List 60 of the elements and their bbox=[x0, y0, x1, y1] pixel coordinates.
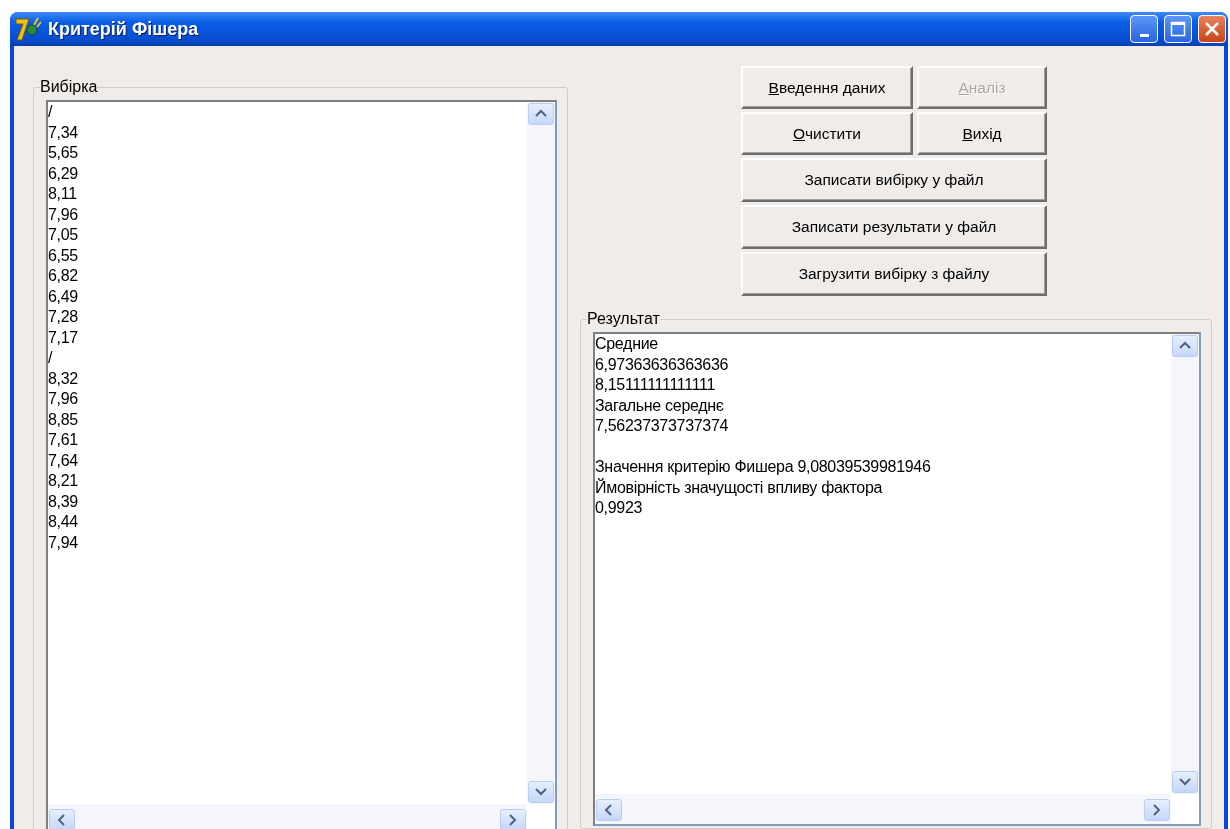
result-text-area[interactable]: Средние 6,97363636363636 8,15111111111111 Загальне середнє 7,56237373737374 Значення критерію Фишера 9,08039539981946 Ймовірність значущості впливу фактора 0,9923 bbox=[593, 332, 1201, 826]
sample-value: 8,21 bbox=[48, 471, 79, 491]
maximize-button[interactable] bbox=[1164, 15, 1192, 43]
sample-value: 7,96 bbox=[48, 204, 79, 225]
command-button[interactable]: Записати вибірку у файл bbox=[741, 158, 1047, 202]
scroll-down-button[interactable] bbox=[528, 781, 554, 803]
window-title: Критерій Фішера bbox=[48, 18, 200, 40]
result-line: Средние bbox=[595, 334, 659, 354]
command-button[interactable]: Загрузити вибірку з файлу bbox=[741, 252, 1047, 296]
close-icon bbox=[1204, 21, 1220, 37]
sample-value: 8,44 bbox=[48, 512, 79, 532]
result-line: 8,15111111111111 bbox=[595, 375, 717, 395]
vertical-scrollbar[interactable] bbox=[527, 102, 555, 804]
sample-value: 8,39 bbox=[48, 491, 79, 512]
sample-value: 7,94 bbox=[48, 532, 79, 553]
sample-value: 7,28 bbox=[48, 307, 79, 327]
command-button[interactable]: Вихід bbox=[917, 112, 1047, 155]
scroll-down-button[interactable] bbox=[1172, 771, 1198, 793]
sample-value: 6,82 bbox=[48, 266, 79, 286]
vertical-scrollbar[interactable] bbox=[1171, 334, 1199, 794]
sample-value: 7,05 bbox=[48, 225, 79, 245]
sample-value: 7,34 bbox=[48, 122, 79, 143]
result-line: Загальне середнє bbox=[595, 395, 725, 416]
app-icon bbox=[14, 16, 42, 42]
scroll-right-button[interactable] bbox=[500, 809, 526, 829]
sample-value: 6,29 bbox=[48, 163, 79, 184]
scroll-right-button[interactable] bbox=[1144, 799, 1170, 821]
command-button[interactable]: Введення даних bbox=[741, 66, 913, 109]
horizontal-scrollbar[interactable] bbox=[595, 794, 1171, 824]
group-label: Вибірка bbox=[40, 78, 98, 96]
minimize-icon bbox=[1139, 33, 1149, 37]
sample-value: 8,32 bbox=[48, 368, 79, 389]
horizontal-scrollbar[interactable] bbox=[48, 804, 527, 829]
sample-value: 6,49 bbox=[48, 286, 79, 307]
sample-value: / bbox=[48, 102, 54, 122]
command-button[interactable]: Очистити bbox=[741, 112, 913, 155]
result-line: 7,56237373737374 bbox=[595, 416, 730, 436]
scroll-up-button[interactable] bbox=[1172, 335, 1198, 357]
maximize-icon bbox=[1170, 21, 1186, 37]
sample-value: 8,11 bbox=[48, 184, 78, 204]
sample-value: 7,17 bbox=[48, 327, 79, 348]
sample-value: 7,64 bbox=[48, 450, 79, 471]
scroll-up-button[interactable] bbox=[528, 103, 554, 125]
scroll-left-button[interactable] bbox=[596, 799, 622, 821]
group-label: Результат bbox=[587, 310, 660, 328]
sample-value: 7,61 bbox=[48, 430, 79, 450]
sample-value: 5,65 bbox=[48, 143, 79, 163]
sample-value: / bbox=[48, 348, 54, 368]
sample-list[interactable]: / 7,34 5,65 6,29 8,11 7,96 7,05 6,55 6,82 6,49 7,28 7,17 / 8,32 7,96 8,85 7,61 7,64 8,21 8,39 8,44 7,94 bbox=[46, 100, 557, 829]
result-line: 0,9923 bbox=[595, 498, 644, 518]
result-line: Значення критерію Фишера 9,08039539981946 bbox=[595, 457, 932, 477]
minimize-button[interactable] bbox=[1130, 15, 1158, 43]
result-line: 6,97363636363636 bbox=[595, 354, 730, 375]
sample-value: 7,96 bbox=[48, 389, 79, 409]
sample-value: 6,55 bbox=[48, 245, 79, 266]
sample-value: 8,85 bbox=[48, 409, 79, 430]
command-button[interactable]: Записати результати у файл bbox=[741, 205, 1047, 249]
scroll-left-button[interactable] bbox=[49, 809, 75, 829]
result-line: Ймовірність значущості впливу фактора bbox=[595, 477, 884, 498]
close-button[interactable] bbox=[1198, 15, 1226, 43]
